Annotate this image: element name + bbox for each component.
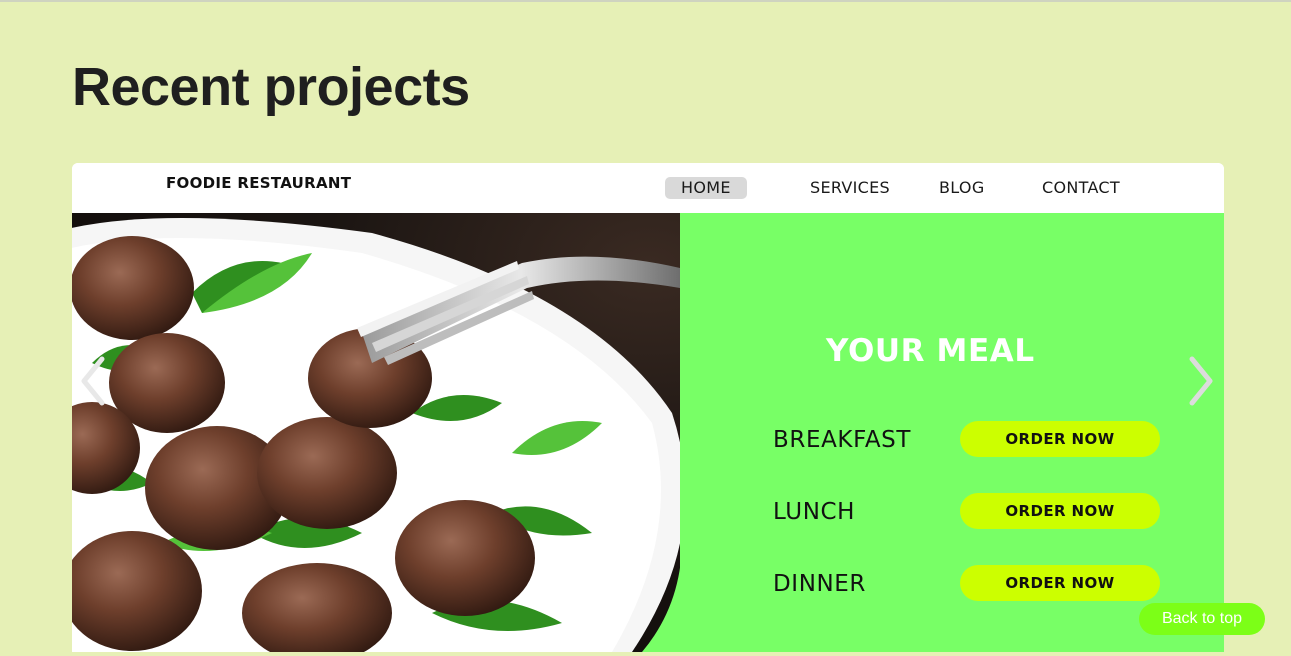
carousel-next-button[interactable] (1184, 351, 1218, 411)
nav-blog[interactable]: BLOG (939, 177, 985, 199)
order-now-button-dinner[interactable]: ORDER NOW (960, 565, 1160, 601)
project-navbar: FOODIE RESTAURANT HOME SERVICES BLOG CON… (72, 163, 1224, 213)
section-title: Recent projects (72, 57, 470, 117)
meal-label-dinner: DINNER (773, 571, 867, 597)
chevron-right-icon (1189, 356, 1213, 406)
meal-label-lunch: LUNCH (773, 499, 856, 525)
carousel-prev-button[interactable] (76, 351, 110, 411)
meatballs-illustration (72, 218, 680, 652)
project-preview-card[interactable]: FOODIE RESTAURANT HOME SERVICES BLOG CON… (72, 163, 1224, 652)
order-now-button-breakfast[interactable]: ORDER NOW (960, 421, 1160, 457)
plate-edge (642, 503, 692, 652)
project-hero: YOUR MEAL BREAKFAST ORDER NOW LUNCH ORDE… (72, 213, 1224, 652)
nav-services[interactable]: SERVICES (810, 177, 890, 199)
order-now-button-lunch[interactable]: ORDER NOW (960, 493, 1160, 529)
meal-label-breakfast: BREAKFAST (773, 427, 912, 453)
hero-title: YOUR MEAL (826, 333, 1035, 369)
food-photo (72, 213, 680, 652)
top-divider (0, 0, 1291, 2)
chevron-left-icon (81, 356, 105, 406)
nav-contact[interactable]: CONTACT (1042, 177, 1120, 199)
nav-home[interactable]: HOME (665, 177, 747, 199)
brand-name: FOODIE RESTAURANT (166, 174, 352, 192)
back-to-top-button[interactable]: Back to top (1139, 603, 1265, 635)
order-panel: YOUR MEAL BREAKFAST ORDER NOW LUNCH ORDE… (680, 213, 1224, 652)
